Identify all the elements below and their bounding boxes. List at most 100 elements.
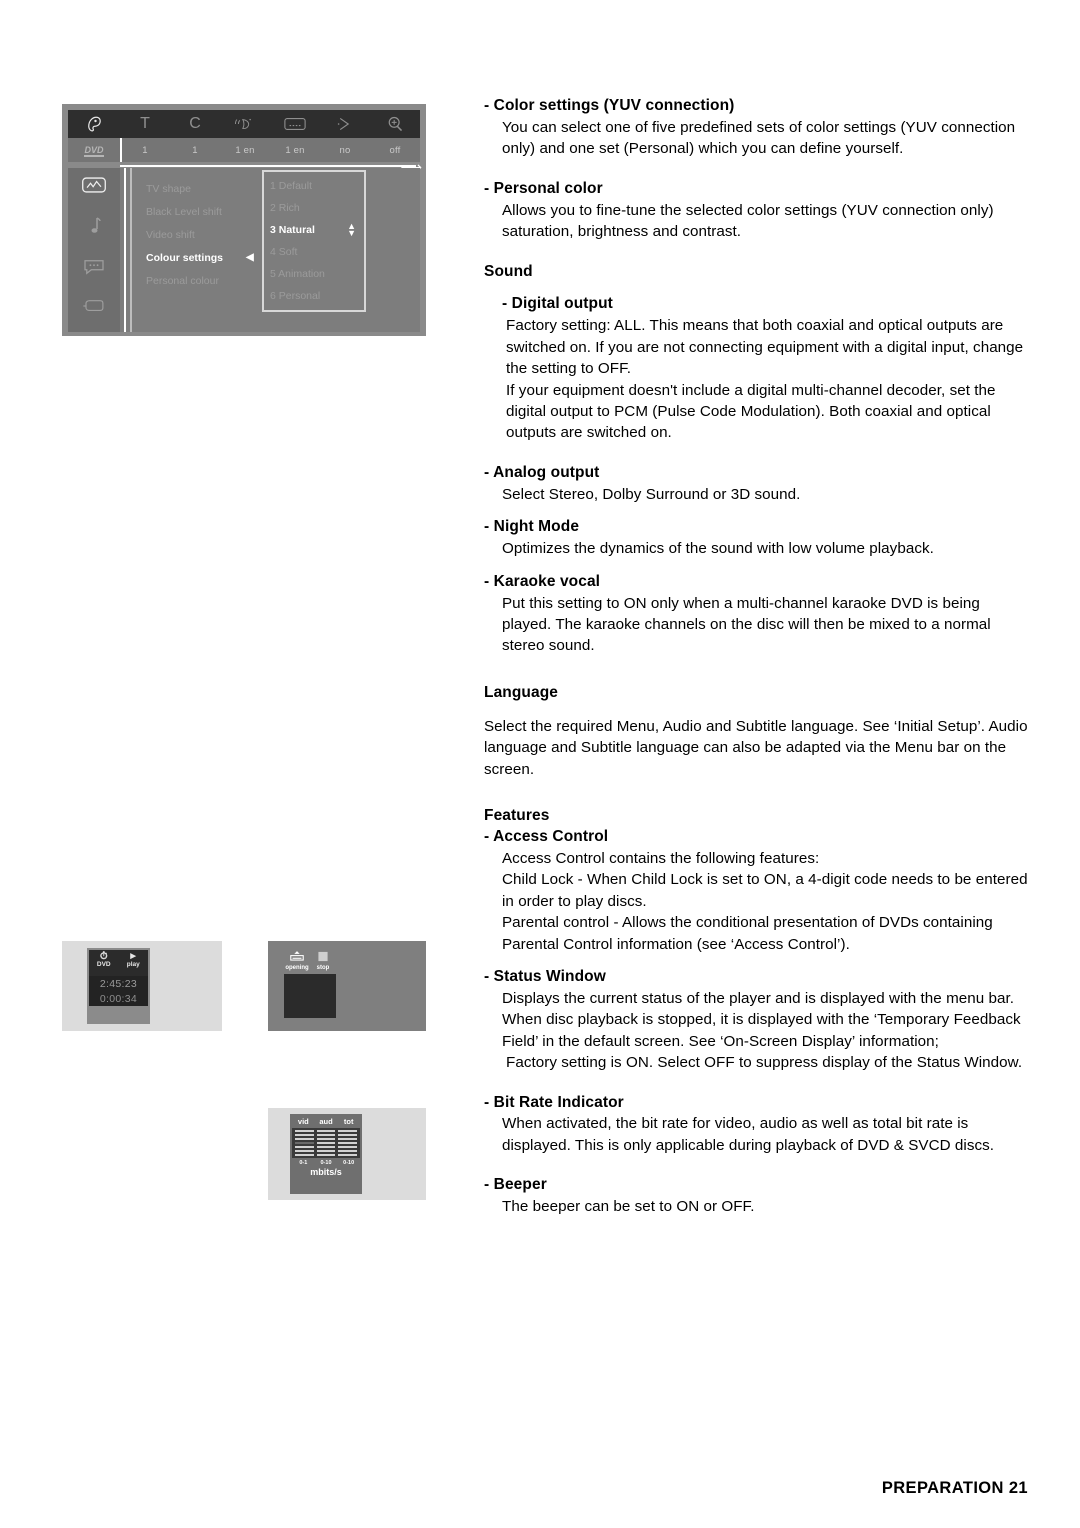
chapter-icon: C bbox=[189, 115, 201, 132]
osd-status-angle: no bbox=[339, 144, 351, 156]
osd-option-row[interactable]: 2 Rich bbox=[264, 197, 364, 219]
language-icon[interactable] bbox=[83, 258, 105, 278]
body-karaoke-vocal: Put this setting to ON only when a multi… bbox=[502, 594, 991, 655]
heading-analog-output: - Analog output bbox=[484, 463, 600, 481]
body-status-window-1: Displays the current status of the playe… bbox=[502, 989, 1021, 1050]
heading-language: Language bbox=[484, 683, 559, 701]
body-access-control-2: Child Lock - When Child Lock is set to O… bbox=[502, 871, 1028, 910]
title-icon: T bbox=[140, 115, 150, 132]
status-window-stop-figure: opening stop bbox=[268, 941, 426, 1031]
features-icon[interactable] bbox=[82, 298, 106, 316]
heading-access-control: - Access Control bbox=[484, 827, 609, 845]
status-window-panel: ⏱ DVD ► play 2:45:23 0:00:34 bbox=[87, 948, 150, 1024]
osd-sidebar bbox=[68, 168, 120, 332]
osd-status-zoom: off bbox=[389, 144, 401, 156]
bit-rate-scale-aud: 0-10 bbox=[320, 1160, 332, 1166]
status-window-top: ⏱ DVD ► play bbox=[89, 950, 148, 976]
body-bit-rate-indicator: When activated, the bit rate for video, … bbox=[502, 1115, 995, 1154]
osd-option-row[interactable]: 1 Default bbox=[264, 175, 364, 197]
bit-rate-panel: vid aud tot 0-1 0-10 0-10 mbits/s bbox=[290, 1114, 362, 1194]
tray-open-icon bbox=[284, 951, 310, 964]
bit-rate-scales: 0-1 0-10 0-10 bbox=[290, 1158, 362, 1166]
osd-menu-bar: T C bbox=[68, 110, 420, 138]
body-analog-output: Select Stereo, Dolby Surround or 3D soun… bbox=[502, 485, 801, 503]
osd-menu-screenshot: T C ⟶ DVD 1 1 1 en 1 en no off bbox=[62, 104, 426, 336]
status-window-play-figure: ⏱ DVD ► play 2:45:23 0:00:34 bbox=[62, 941, 222, 1031]
heading-sound: Sound bbox=[484, 262, 533, 280]
bit-rate-bar-row bbox=[292, 1130, 360, 1132]
osd-status-audio: 1 en bbox=[235, 144, 255, 156]
bit-rate-bar-row bbox=[292, 1134, 360, 1136]
osd-option-row-selected[interactable]: 3 Natural ▲ ▼ bbox=[264, 219, 364, 241]
up-down-arrows-icon: ▲ ▼ bbox=[347, 220, 356, 238]
heading-beeper: - Beeper bbox=[484, 1176, 547, 1194]
status-window-state: ► play bbox=[119, 950, 149, 976]
bit-rate-bar-row bbox=[292, 1138, 360, 1140]
bit-rate-bars bbox=[292, 1128, 360, 1158]
osd-status-row: ⟶ DVD 1 1 1 en 1 en no off bbox=[68, 138, 422, 175]
status-window-elapsed-time: 0:00:34 bbox=[89, 991, 148, 1006]
picture-icon[interactable] bbox=[81, 176, 107, 196]
osd-setting-label: Colour settings bbox=[146, 251, 224, 264]
heading-personal-color: - Personal color bbox=[484, 179, 603, 197]
heading-bit-rate-indicator: - Bit Rate Indicator bbox=[484, 1093, 624, 1111]
osd-disc-label: DVD bbox=[84, 145, 104, 157]
body-digital-output-2: If your equipment doesn't include a digi… bbox=[506, 381, 996, 442]
bit-rate-indicator-figure: vid aud tot 0-1 0-10 0-10 mbits/s bbox=[268, 1108, 426, 1200]
page-content: - Color settings (YUV connection) You ca… bbox=[484, 96, 1030, 1218]
body-access-control-3: Parental control - Allows the conditiona… bbox=[502, 914, 993, 953]
status-window-stop-state: stop bbox=[310, 950, 336, 974]
osd-options-panel: 1 Default 2 Rich 3 Natural ▲ ▼ 4 Soft 5 A… bbox=[262, 170, 366, 312]
heading-color-settings: - Color settings (YUV connection) bbox=[484, 97, 735, 114]
bit-rate-scale-vid: 0-1 bbox=[299, 1160, 308, 1166]
osd-status-subtitle: 1 en bbox=[285, 144, 305, 156]
body-night-mode: Optimizes the dynamics of the sound with… bbox=[502, 540, 934, 558]
osd-status-chapter: 1 bbox=[192, 144, 198, 156]
osd-status-title: 1 bbox=[142, 144, 148, 156]
body-digital-output-1: Factory setting: ALL. This means that bo… bbox=[506, 317, 1024, 378]
status-window-stop-top: opening stop bbox=[284, 950, 336, 974]
osd-vertical-rule bbox=[120, 138, 122, 162]
osd-option-label: 3 Natural bbox=[270, 224, 315, 236]
heading-karaoke-vocal: - Karaoke vocal bbox=[484, 572, 601, 590]
osd-option-row[interactable]: 4 Soft bbox=[264, 241, 364, 263]
heading-status-window: - Status Window bbox=[484, 967, 606, 985]
bit-rate-col-vid: vid bbox=[297, 1117, 309, 1126]
body-access-control-1: Access Control contains the following fe… bbox=[502, 849, 820, 867]
osd-settings-list: TV shape Black Level shift Video shift C… bbox=[138, 168, 420, 332]
status-window-source: ⏱ DVD bbox=[89, 950, 119, 976]
page-footer: PREPARATION 21 bbox=[881, 1479, 1028, 1497]
body-personal-color: Allows you to fine-tune the selected col… bbox=[502, 201, 994, 241]
osd-sidebar-divider-2 bbox=[130, 168, 132, 332]
osd-option-row[interactable]: 6 Personal bbox=[264, 285, 364, 307]
heading-night-mode: - Night Mode bbox=[484, 518, 580, 536]
caret-left-icon: ◀ bbox=[246, 252, 254, 263]
body-status-window-2: Factory setting is ON. Select OFF to sup… bbox=[506, 1054, 1023, 1072]
body-color-settings: You can select one of five predefined se… bbox=[502, 118, 1016, 158]
sound-icon[interactable] bbox=[86, 216, 102, 238]
osd-horizontal-rule bbox=[120, 165, 416, 167]
audio-icon bbox=[220, 116, 270, 132]
bit-rate-bar-row bbox=[292, 1154, 360, 1156]
bit-rate-unit: mbits/s bbox=[310, 1167, 342, 1177]
stop-icon bbox=[310, 951, 336, 964]
bit-rate-col-aud: aud bbox=[319, 1117, 333, 1126]
status-window-stop-panel: opening stop bbox=[284, 950, 336, 1018]
bit-rate-bar-row bbox=[292, 1146, 360, 1148]
osd-sidebar-divider bbox=[124, 168, 126, 332]
heading-digital-output: - Digital output bbox=[502, 295, 613, 313]
bit-rate-bar-row bbox=[292, 1150, 360, 1152]
osd-body: TV shape Black Level shift Video shift C… bbox=[68, 168, 420, 332]
bit-rate-scale-tot: 0-10 bbox=[343, 1160, 355, 1166]
bit-rate-col-tot: tot bbox=[343, 1117, 354, 1126]
subtitle-icon bbox=[270, 117, 320, 131]
zoom-icon bbox=[370, 115, 420, 133]
angle-icon bbox=[320, 116, 370, 132]
bit-rate-bar-row bbox=[292, 1142, 360, 1144]
body-beeper: The beeper can be set to ON or OFF. bbox=[502, 1198, 755, 1216]
bit-rate-columns: vid aud tot bbox=[290, 1114, 362, 1128]
status-window-opening: opening bbox=[284, 950, 310, 974]
osd-option-row[interactable]: 5 Animation bbox=[264, 263, 364, 285]
disc-icon bbox=[68, 115, 120, 133]
status-window-total-time: 2:45:23 bbox=[89, 976, 148, 991]
